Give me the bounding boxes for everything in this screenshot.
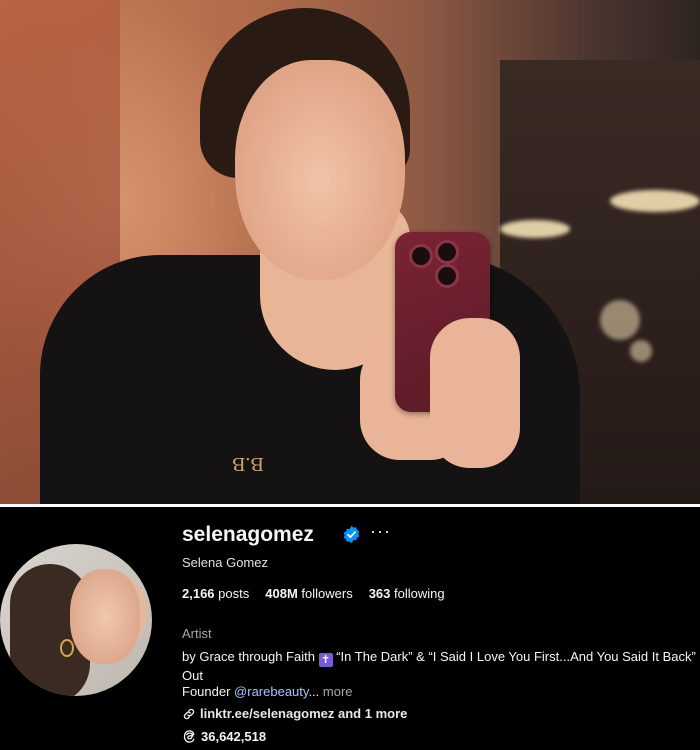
following-count: 363 <box>368 586 391 601</box>
photo-face <box>235 60 405 280</box>
link-icon <box>183 708 195 719</box>
robe-monogram: B.B <box>232 453 264 475</box>
followers-count: 408M <box>265 586 298 601</box>
phone-camera <box>435 264 459 288</box>
following-stat[interactable]: 363 following <box>369 586 445 601</box>
more-options-button[interactable]: ··· <box>370 521 391 542</box>
header-photo: B.B <box>0 0 700 504</box>
bio-text: by Grace through Faith ✝ “In The Dark” &… <box>182 648 697 685</box>
photo-hand <box>430 318 520 468</box>
posts-count: 2,166 <box>182 586 215 601</box>
full-name: Selena Gomez <box>182 555 268 570</box>
followers-stat[interactable]: 408M followers <box>265 586 352 601</box>
profile-stats: 2,166 posts 408M followers 363 following <box>182 586 445 601</box>
threads-icon <box>183 730 195 743</box>
followers-label: followers <box>301 586 353 601</box>
founder-label: Founder <box>182 684 231 699</box>
phone-camera <box>435 240 459 264</box>
avatar-earring <box>60 639 74 657</box>
phone-camera <box>409 244 433 268</box>
following-label: following <box>394 586 445 601</box>
username: selenagomez <box>182 523 314 546</box>
photo-light <box>630 340 652 362</box>
bio-more-link[interactable]: more <box>323 684 353 699</box>
external-link[interactable]: linktr.ee/selenagomez and 1 more <box>182 706 407 721</box>
profile-category: Artist <box>182 626 212 641</box>
verified-badge-icon <box>343 525 360 544</box>
posts-label: posts <box>218 586 250 601</box>
external-link-text: linktr.ee/selenagomez and 1 more <box>200 706 408 721</box>
avatar[interactable] <box>0 544 152 696</box>
threads-badge[interactable]: 36,642,518 <box>182 729 266 744</box>
bio-founder-line: Founder @rarebeauty... more <box>182 684 353 699</box>
photo-light <box>610 190 700 212</box>
profile-header: selenagomez ··· Selena Gomez 2,166 posts… <box>0 507 700 750</box>
latin-cross-icon: ✝ <box>318 653 333 667</box>
rarebeauty-mention-link[interactable]: @rarebeauty <box>234 684 308 699</box>
bio-line-prefix: by Grace through Faith <box>182 649 315 664</box>
posts-stat: 2,166 posts <box>182 586 249 601</box>
photo-light <box>500 220 570 238</box>
photo-light <box>600 300 640 340</box>
threads-count: 36,642,518 <box>201 729 267 744</box>
founder-ellipsis: ... <box>308 684 320 699</box>
avatar-face <box>70 569 140 664</box>
